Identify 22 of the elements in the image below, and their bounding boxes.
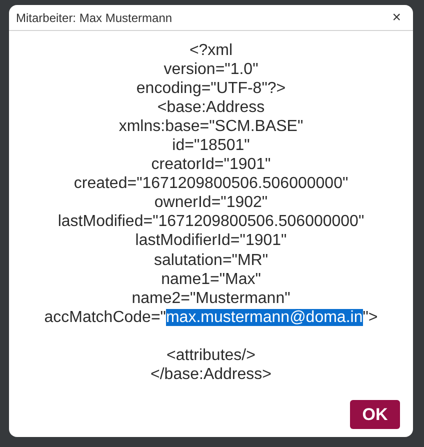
xml-line: <attributes/>	[166, 346, 256, 365]
xml-line: </base:Address>	[150, 364, 272, 384]
window-title: Mitarbeiter: Max Mustermann	[16, 10, 172, 24]
xml-line: id="18501"	[172, 136, 250, 156]
xml-line: version="1.0"	[164, 60, 258, 80]
xml-text: accMatchCode="	[44, 308, 166, 326]
xml-line: salutation="MR"	[154, 250, 268, 270]
xml-line: lastModifierId="1901"	[135, 231, 287, 251]
xml-line: name1="Max"	[161, 270, 261, 289]
xml-line: created="1671209800506.506000000"	[74, 174, 348, 194]
xml-line: lastModified="1671209800506.506000000"	[58, 212, 364, 232]
xml-line: <?xml	[189, 41, 233, 60]
xml-line: <base:Address	[157, 98, 265, 118]
ok-button[interactable]: OK	[350, 400, 400, 429]
xml-line: xmlns:base="SCM.BASE"	[118, 117, 304, 136]
close-button[interactable]: ×	[392, 10, 401, 25]
xml-line: encoding="UTF-8"?>	[136, 79, 286, 98]
xml-line: ownerId="1902"	[154, 193, 268, 212]
xml-line: name2="Mustermann"	[132, 288, 290, 308]
xml-line: creatorId="1901"	[151, 155, 271, 174]
selected-text: max.mustermann@doma.in	[166, 308, 363, 326]
xml-text: ">	[362, 308, 378, 326]
